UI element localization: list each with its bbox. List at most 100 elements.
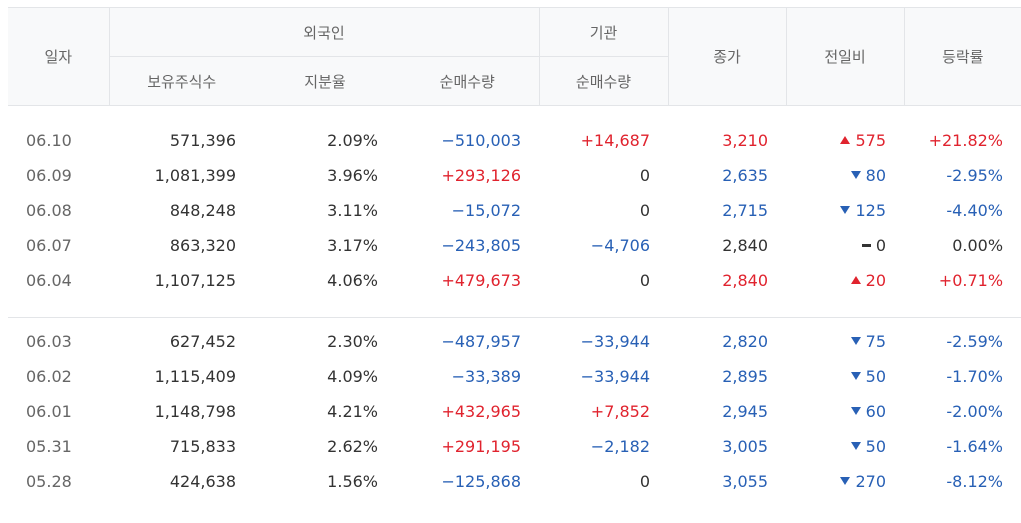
table-row: 06.10 571,396 2.09% −510,003 +14,687 3,210 575…: [8, 123, 1021, 158]
cell-date: 06.09: [26, 166, 72, 185]
arrow-down-icon: [840, 206, 851, 214]
cell-close: 2,945: [722, 402, 769, 421]
cell-rate: +0.71%: [938, 271, 1004, 290]
cell-change: 0: [786, 228, 904, 263]
cell-change: 60: [786, 394, 904, 429]
cell-inst-net: −2,182: [590, 437, 651, 456]
cell-holdings: 1,115,409: [154, 367, 236, 386]
col-header-inst-net: 순매수량: [538, 56, 669, 106]
arrow-down-icon: [850, 337, 861, 345]
cell-foreign-net: −125,868: [441, 472, 522, 491]
cell-rate: -2.95%: [946, 166, 1004, 185]
table-row: 06.07 863,320 3.17% −243,805 −4,706 2,840 0 0.0…: [8, 228, 1021, 263]
cell-date: 06.03: [26, 332, 72, 351]
change-value: 75: [865, 332, 887, 351]
cell-rate: -2.00%: [946, 402, 1004, 421]
cell-close: 2,715: [722, 201, 769, 220]
cell-rate: -4.40%: [946, 201, 1004, 220]
cell-date: 05.31: [26, 437, 72, 456]
cell-close: 2,635: [722, 166, 769, 185]
cell-close: 3,005: [722, 437, 769, 456]
change-value: 575: [855, 131, 887, 150]
cell-close: 2,895: [722, 367, 769, 386]
change-value: 50: [865, 437, 887, 456]
table-spacer: [8, 106, 1021, 124]
cell-close: 2,820: [722, 332, 769, 351]
table-row: 06.03 627,452 2.30% −487,957 −33,944 2,820 75 -…: [8, 324, 1021, 359]
cell-holdings: 1,148,798: [154, 402, 236, 421]
table-row: 06.08 848,248 3.11% −15,072 0 2,715 125 -4.40%: [8, 193, 1021, 228]
cell-ratio: 1.56%: [327, 472, 378, 491]
change-value: 270: [855, 472, 887, 491]
col-header-ratio: 지분율: [254, 56, 396, 106]
cell-close: 2,840: [722, 236, 769, 255]
cell-inst-net: −33,944: [580, 367, 651, 386]
change-value: 125: [855, 201, 887, 220]
cell-ratio: 3.96%: [327, 166, 378, 185]
cell-change: 75: [786, 324, 904, 359]
cell-holdings: 848,248: [169, 201, 236, 220]
cell-rate: +21.82%: [928, 131, 1004, 150]
cell-ratio: 3.17%: [327, 236, 378, 255]
col-header-holdings: 보유주식수: [108, 56, 254, 106]
table-row: 06.02 1,115,409 4.09% −33,389 −33,944 2,895 50…: [8, 359, 1021, 394]
investor-trading-table: 일자 외국인 기관 종가 전일비 등락률 보유주식수 지분율 순매수량 순매수량…: [8, 7, 1021, 499]
cell-ratio: 3.11%: [327, 201, 378, 220]
cell-holdings: 627,452: [169, 332, 236, 351]
change-value: 20: [865, 271, 887, 290]
table-row: 06.09 1,081,399 3.96% +293,126 0 2,635 80 -2.95…: [8, 158, 1021, 193]
cell-close: 2,840: [722, 271, 769, 290]
col-header-date: 일자: [8, 7, 109, 106]
cell-inst-net: 0: [639, 201, 651, 220]
cell-rate: -8.12%: [946, 472, 1004, 491]
cell-ratio: 2.09%: [327, 131, 378, 150]
cell-foreign-net: −15,072: [451, 201, 522, 220]
cell-foreign-net: +291,195: [441, 437, 522, 456]
cell-holdings: 715,833: [169, 437, 236, 456]
cell-ratio: 2.30%: [327, 332, 378, 351]
cell-inst-net: 0: [639, 472, 651, 491]
cell-foreign-net: −487,957: [441, 332, 522, 351]
cell-inst-net: 0: [639, 166, 651, 185]
cell-change: 20: [786, 263, 904, 298]
col-header-foreign: 외국인: [108, 7, 540, 57]
cell-foreign-net: +479,673: [441, 271, 522, 290]
change-value: 80: [865, 166, 887, 185]
cell-change: 270: [786, 464, 904, 499]
cell-rate: -1.64%: [946, 437, 1004, 456]
cell-ratio: 2.62%: [327, 437, 378, 456]
cell-holdings: 1,081,399: [154, 166, 236, 185]
cell-change: 575: [786, 123, 904, 158]
cell-holdings: 571,396: [169, 131, 236, 150]
cell-close: 3,210: [722, 131, 769, 150]
cell-date: 06.04: [26, 271, 72, 290]
cell-date: 06.08: [26, 201, 72, 220]
col-header-institution: 기관: [538, 7, 669, 57]
table-row: 05.28 424,638 1.56% −125,868 0 3,055 270 -8.12%: [8, 464, 1021, 499]
arrow-down-icon: [850, 407, 861, 415]
cell-inst-net: −4,706: [590, 236, 651, 255]
arrow-up-icon: [840, 136, 851, 144]
table-body: 06.10 571,396 2.09% −510,003 +14,687 3,210 575…: [8, 106, 1021, 500]
cell-holdings: 1,107,125: [154, 271, 236, 290]
cell-change: 125: [786, 193, 904, 228]
cell-foreign-net: −510,003: [441, 131, 522, 150]
cell-holdings: 424,638: [169, 472, 236, 491]
cell-date: 06.07: [26, 236, 72, 255]
cell-date: 06.10: [26, 131, 72, 150]
col-header-foreign-net: 순매수량: [396, 56, 540, 106]
cell-rate: -1.70%: [946, 367, 1004, 386]
table-row: 06.04 1,107,125 4.06% +479,673 0 2,840 20 +0.71…: [8, 263, 1021, 298]
arrow-down-icon: [840, 477, 851, 485]
arrow-down-icon: [850, 171, 861, 179]
cell-change: 80: [786, 158, 904, 193]
arrow-down-icon: [850, 442, 861, 450]
cell-rate: -2.59%: [946, 332, 1004, 351]
change-value: 60: [865, 402, 887, 421]
group-divider: [8, 298, 1021, 324]
cell-inst-net: +14,687: [580, 131, 651, 150]
cell-close: 3,055: [722, 472, 769, 491]
cell-ratio: 4.21%: [327, 402, 378, 421]
cell-change: 50: [786, 359, 904, 394]
col-header-rate: 등락률: [903, 7, 1021, 106]
